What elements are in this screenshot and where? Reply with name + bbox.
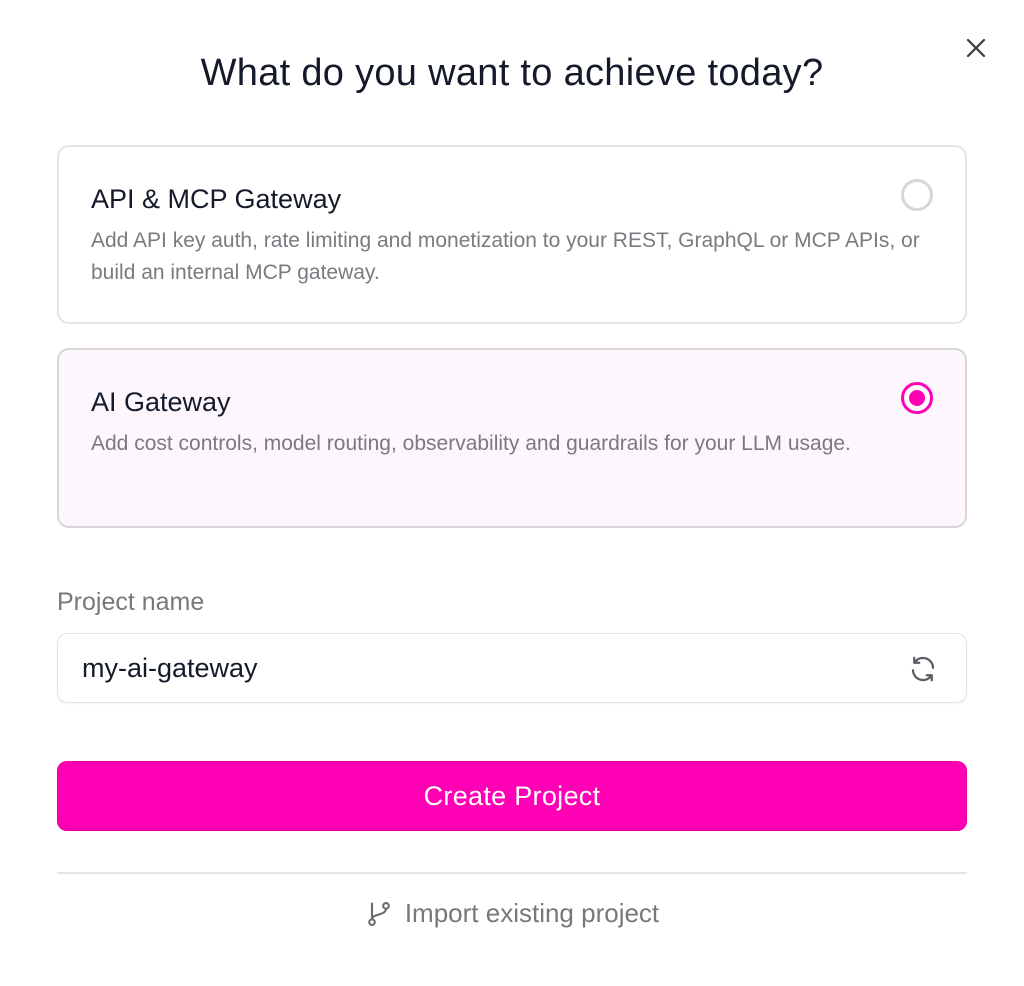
radio-ai-gateway[interactable] — [901, 382, 933, 414]
project-name-input[interactable] — [82, 634, 882, 702]
git-branch-icon — [365, 900, 393, 928]
divider — [57, 872, 967, 874]
option-title: AI Gateway — [91, 387, 231, 417]
option-description: Add API key auth, rate limiting and mone… — [91, 229, 920, 284]
option-description: Add cost controls, model routing, observ… — [91, 432, 851, 455]
create-project-button[interactable]: Create Project — [57, 761, 967, 831]
refresh-icon — [908, 654, 938, 684]
dialog-title: What do you want to achieve today? — [200, 52, 824, 94]
option-api-mcp-gateway[interactable]: API & MCP Gateway Add API key auth, rate… — [57, 145, 967, 324]
import-existing-project-link[interactable]: Import existing project — [0, 898, 1024, 929]
create-project-dialog: What do you want to achieve today? API &… — [0, 0, 1024, 986]
radio-api-mcp-gateway[interactable] — [901, 179, 933, 211]
project-name-label: Project name — [57, 588, 205, 616]
option-title: API & MCP Gateway — [91, 184, 342, 214]
import-link-label: Import existing project — [404, 898, 660, 928]
option-ai-gateway[interactable]: AI Gateway Add cost controls, model rout… — [57, 348, 967, 528]
regenerate-name-button[interactable] — [906, 652, 940, 686]
project-name-field — [57, 633, 967, 703]
